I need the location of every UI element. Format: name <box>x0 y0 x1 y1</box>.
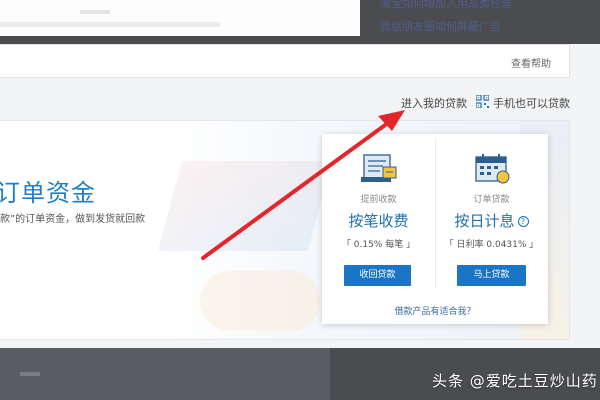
watermark-text: 头条 @爱吃土豆炒山药 <box>432 372 598 390</box>
option-rate: 「 日利率 0.0431% 」 <box>444 240 539 250</box>
bottom-card-line <box>20 372 40 376</box>
get-loan-button[interactable]: 马上贷款 <box>457 265 526 286</box>
option-rate: 「 0.15% 每笔 」 <box>341 240 416 250</box>
receipt-icon <box>361 154 397 182</box>
option-headline: 按笔收费 <box>348 212 409 230</box>
mobile-loan-link[interactable]: 手机也可以贷款 <box>493 95 570 111</box>
banner-decoration <box>157 161 333 251</box>
banner-title: 订单资金 <box>0 179 96 207</box>
top-overlay: 淘宝如何增加入用品类经营 微信朋友圈如何屏蔽广告 <box>0 0 600 44</box>
recover-loan-button[interactable]: 收回贷款 <box>344 265 411 286</box>
option-headline: 按日计息? <box>435 210 548 231</box>
banner-decoration <box>200 271 320 331</box>
suitable-product-link[interactable]: 借款产品有适合我？ <box>322 304 548 317</box>
enter-my-loan-link[interactable]: 进入我的贷款 <box>401 95 467 111</box>
order-loan-option: 订单贷款 按日计息? 「 日利率 0.0431% 」 马上贷款 <box>435 134 548 294</box>
help-link[interactable]: 查看帮助 <box>511 55 551 70</box>
option-headline-text: 按日计息 <box>454 212 515 230</box>
top-link-2[interactable]: 微信朋友圈如何屏蔽广告 <box>380 18 501 34</box>
top-link-1[interactable]: 淘宝如何增加入用品类经营 <box>380 0 512 11</box>
option-caption: 订单贷款 <box>473 195 510 205</box>
info-icon[interactable]: ? <box>517 216 529 227</box>
qr-code-icon <box>476 95 489 108</box>
bottom-card <box>0 348 330 400</box>
banner-subtitle: 款”的订单资金，做到发货就回款 <box>0 214 146 225</box>
loan-options-card: 提前收款 按笔收费 「 0.15% 每笔 」 收回贷款 订单贷款 按日计息? 「… <box>322 134 548 324</box>
help-bar: 查看帮助 <box>0 44 570 78</box>
top-card-line <box>80 10 110 14</box>
top-card <box>0 0 360 36</box>
calendar-icon <box>475 154 510 184</box>
option-caption: 提前收款 <box>360 195 397 205</box>
top-card-line <box>0 22 220 27</box>
advance-collection-option: 提前收款 按笔收费 「 0.15% 每笔 」 收回贷款 <box>322 134 435 294</box>
